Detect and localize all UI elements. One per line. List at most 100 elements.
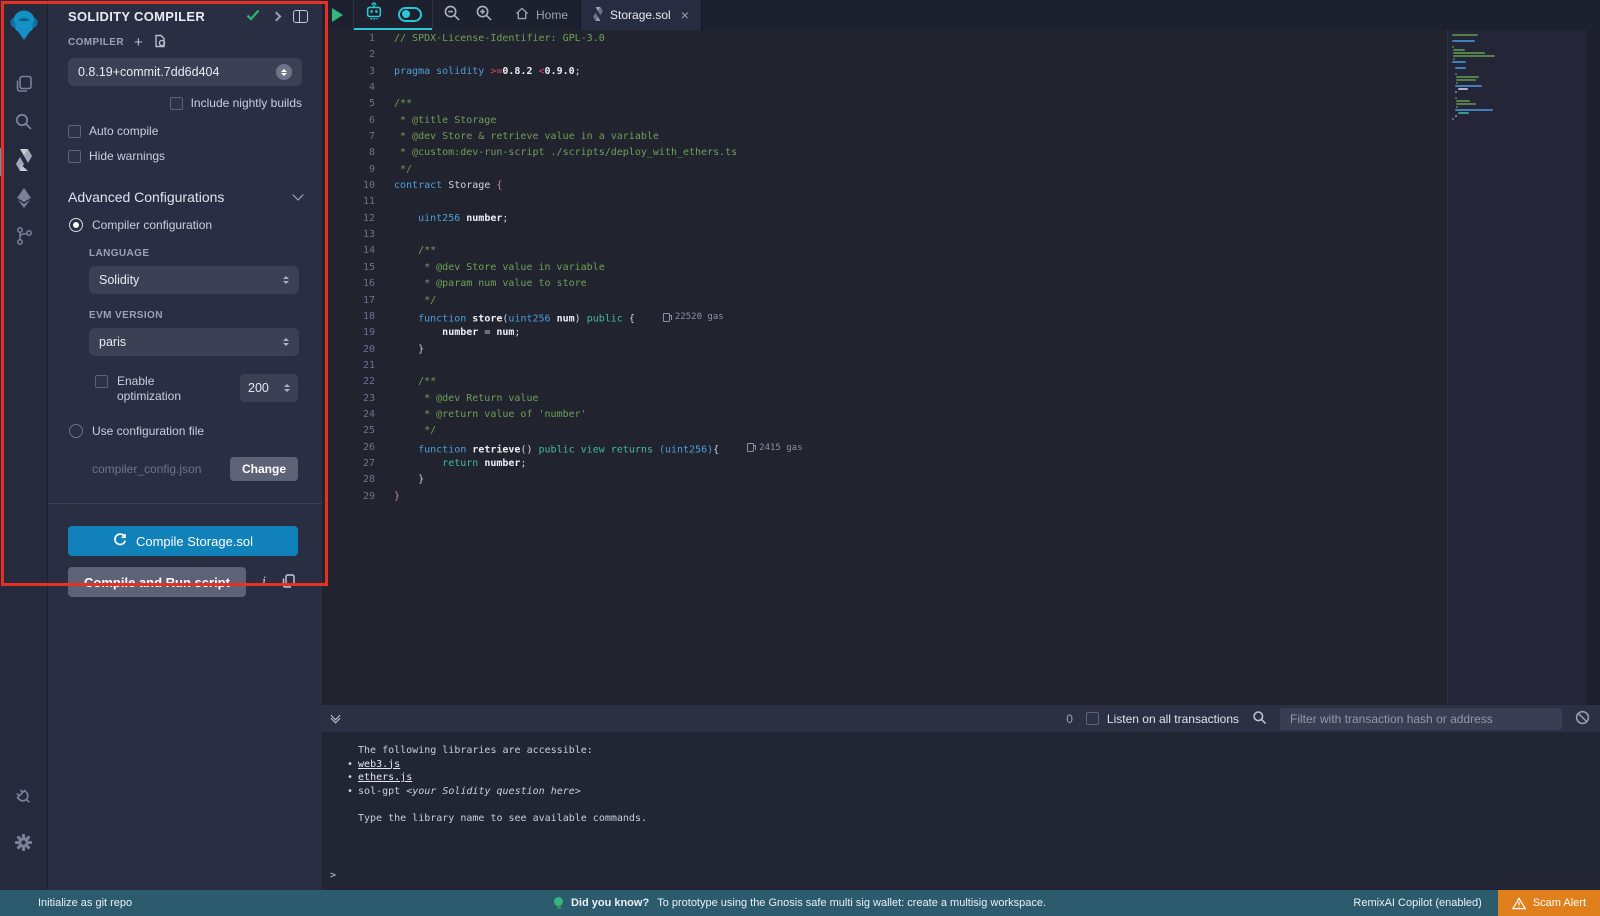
- code-line[interactable]: 13: [322, 227, 1447, 243]
- select-arrows-icon: [283, 338, 289, 346]
- auto-compile-checkbox[interactable]: [68, 125, 81, 138]
- code-line[interactable]: 4: [322, 80, 1447, 96]
- language-select[interactable]: Solidity: [89, 266, 299, 294]
- code-line[interactable]: 3pragma solidity >=0.8.2 <0.9.0;: [322, 64, 1447, 80]
- tab-home[interactable]: Home: [503, 0, 580, 30]
- tab-home-label: Home: [536, 8, 568, 22]
- ethersjs-link[interactable]: ethers.js: [358, 772, 412, 783]
- code-line[interactable]: 23 * @dev Return value: [322, 391, 1447, 407]
- tab-storage-label: Storage.sol: [610, 8, 671, 22]
- compiler-version-select[interactable]: 0.8.19+commit.7dd6d404: [68, 58, 302, 86]
- code-line[interactable]: 17 */: [322, 293, 1447, 309]
- sidebar-item-deploy-run[interactable]: [0, 181, 48, 219]
- info-icon[interactable]: i: [262, 575, 266, 590]
- code-line[interactable]: 24 * @return value of 'number': [322, 407, 1447, 423]
- use-configuration-file-radio[interactable]: [69, 424, 83, 438]
- clear-console-icon[interactable]: [1575, 710, 1590, 728]
- sidebar-item-plugin-manager[interactable]: [0, 780, 48, 818]
- code-line[interactable]: 10contract Storage {: [322, 178, 1447, 194]
- code-line[interactable]: 14 /**: [322, 243, 1447, 259]
- change-config-button[interactable]: Change: [230, 457, 298, 481]
- code-line[interactable]: 5/**: [322, 96, 1447, 112]
- solidity-file-icon: [593, 7, 603, 24]
- terminal-prompt[interactable]: >: [330, 869, 336, 883]
- code-line[interactable]: 9 */: [322, 162, 1447, 178]
- code-line[interactable]: 22 /**: [322, 374, 1447, 390]
- code-line[interactable]: 2: [322, 47, 1447, 63]
- minimap[interactable]: [1447, 30, 1587, 705]
- code-line[interactable]: 6 * @title Storage: [322, 113, 1447, 129]
- line-number: 27: [322, 456, 394, 472]
- code-lines: 1// SPDX-License-Identifier: GPL-3.023pr…: [322, 30, 1447, 705]
- advanced-configurations-toggle[interactable]: Advanced Configurations: [68, 189, 302, 205]
- did-you-know-title: Did you know?: [571, 897, 649, 909]
- use-configuration-file-label: Use configuration file: [92, 424, 204, 438]
- panel-forward-icon[interactable]: [272, 12, 282, 22]
- open-file-icon[interactable]: [153, 34, 167, 51]
- web3js-link[interactable]: web3.js: [358, 759, 400, 770]
- activity-bar: [0, 0, 48, 890]
- editor-scrollbar[interactable]: [1587, 30, 1600, 705]
- sidebar-item-settings[interactable]: [0, 826, 48, 864]
- code-line[interactable]: 18 function store(uint256 num) public {2…: [322, 309, 1447, 325]
- evm-version-select[interactable]: paris: [89, 328, 299, 356]
- code-line[interactable]: 20 }: [322, 342, 1447, 358]
- code-line[interactable]: 29}: [322, 489, 1447, 505]
- code-editor[interactable]: 1// SPDX-License-Identifier: GPL-3.023pr…: [322, 30, 1600, 705]
- transaction-filter-input[interactable]: [1280, 708, 1562, 730]
- remix-logo-icon[interactable]: [8, 8, 40, 47]
- code-line[interactable]: 25 */: [322, 423, 1447, 439]
- sidebar-item-search[interactable]: [0, 105, 48, 143]
- compiler-configuration-radio[interactable]: [69, 218, 83, 232]
- close-tab-icon[interactable]: ×: [681, 7, 689, 23]
- stepper-arrows-icon[interactable]: [284, 384, 290, 392]
- git-init-status[interactable]: Initialize as git repo: [38, 897, 132, 909]
- code-line[interactable]: 1// SPDX-License-Identifier: GPL-3.0: [322, 31, 1447, 47]
- terminal-line: Type the library name to see available c…: [322, 812, 1600, 826]
- terminal[interactable]: The following libraries are accessible: …: [322, 732, 1600, 890]
- sidebar-item-file-explorer[interactable]: [0, 67, 48, 105]
- refresh-icon: [113, 533, 127, 549]
- copilot-status[interactable]: RemixAI Copilot (enabled): [1353, 897, 1481, 909]
- scam-alert-button[interactable]: Scam Alert: [1498, 890, 1600, 916]
- code-line[interactable]: 7 * @dev Store & retrieve value in a var…: [322, 129, 1447, 145]
- run-script-play-icon[interactable]: [332, 8, 343, 22]
- compile-button[interactable]: Compile Storage.sol: [68, 526, 298, 556]
- line-number: 24: [322, 407, 394, 423]
- copilot-toggle[interactable]: [398, 7, 422, 22]
- listen-all-transactions-checkbox[interactable]: [1086, 712, 1099, 725]
- zoom-out-icon[interactable]: [443, 4, 461, 27]
- optimization-runs-input[interactable]: 200: [240, 374, 298, 402]
- code-line[interactable]: 12 uint256 number;: [322, 211, 1447, 227]
- collapse-terminal-icon[interactable]: [332, 716, 339, 722]
- code-line[interactable]: 28 }: [322, 472, 1447, 488]
- minimap-content: [1448, 34, 1587, 120]
- include-nightly-checkbox[interactable]: [170, 97, 183, 110]
- code-line[interactable]: 21: [322, 358, 1447, 374]
- config-filename: compiler_config.json: [92, 462, 201, 476]
- compile-and-run-button[interactable]: Compile and Run script: [68, 567, 246, 597]
- code-line[interactable]: 15 * @dev Store value in variable: [322, 260, 1447, 276]
- pin-panel-icon[interactable]: [293, 10, 308, 23]
- copy-icon[interactable]: [282, 574, 295, 591]
- hide-warnings-checkbox[interactable]: [68, 150, 81, 163]
- tab-storage-sol[interactable]: Storage.sol ×: [580, 0, 702, 30]
- zoom-in-icon[interactable]: [475, 4, 493, 27]
- code-line[interactable]: 19 number = num;: [322, 325, 1447, 341]
- sidebar-item-solidity-compiler[interactable]: [0, 143, 48, 181]
- ai-robot-icon[interactable]: [364, 2, 384, 26]
- gear-icon: [14, 833, 33, 857]
- search-icon: [14, 112, 33, 136]
- line-number: 16: [322, 276, 394, 292]
- code-line[interactable]: 11: [322, 194, 1447, 210]
- code-line[interactable]: 26 function retrieve() public view retur…: [322, 440, 1447, 456]
- line-number: 10: [322, 178, 394, 194]
- add-compiler-icon[interactable]: +: [134, 38, 143, 48]
- enable-optimization-checkbox[interactable]: [95, 375, 108, 388]
- code-line[interactable]: 8 * @custom:dev-run-script ./scripts/dep…: [322, 145, 1447, 161]
- sidebar-item-git[interactable]: [0, 219, 48, 257]
- code-line[interactable]: 27 return number;: [322, 456, 1447, 472]
- code-line[interactable]: 16 * @param num value to store: [322, 276, 1447, 292]
- terminal-search-icon: [1252, 710, 1267, 728]
- line-number: 13: [322, 227, 394, 243]
